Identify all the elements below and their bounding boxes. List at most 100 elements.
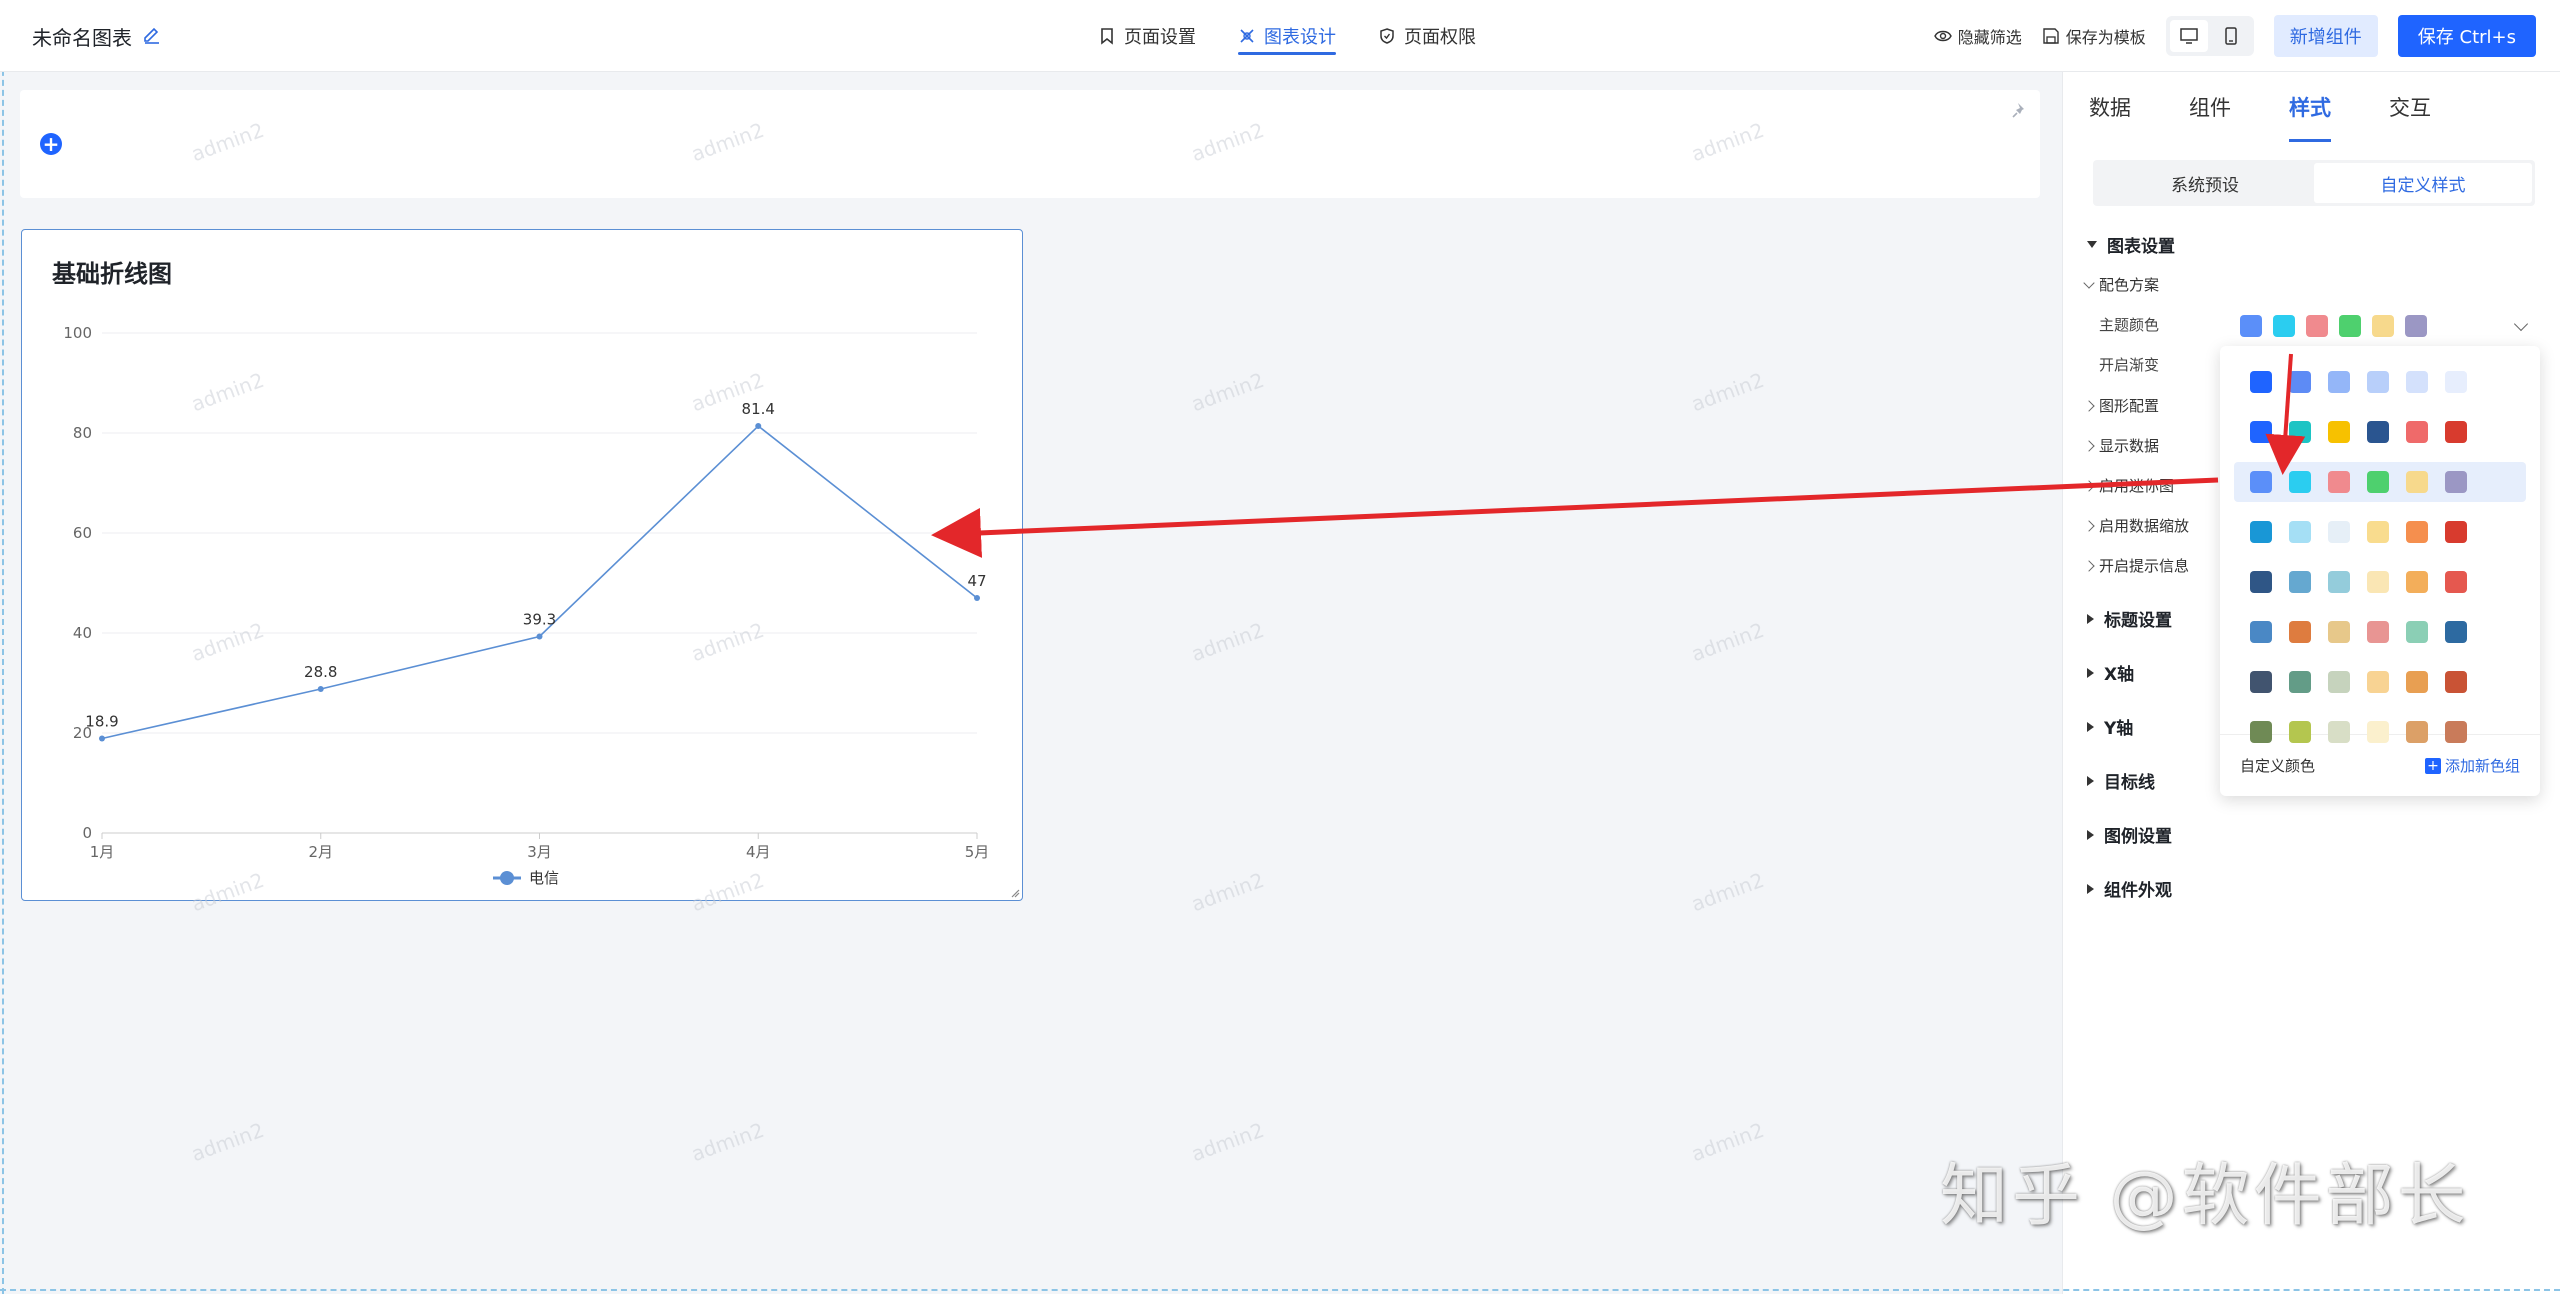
section-title-settings[interactable]: 标题设置 — [2087, 606, 2172, 631]
sub-item-tooltip[interactable]: 开启提示信息 — [2083, 555, 2189, 576]
color-swatch — [2289, 571, 2311, 593]
add-component-button[interactable]: 新增组件 — [2273, 15, 2378, 57]
color-swatch — [2328, 721, 2350, 743]
color-swatch — [2250, 371, 2272, 393]
color-swatch — [2250, 621, 2272, 643]
center-tabs: 页面设置 图表设计 页面权限 — [1098, 0, 1476, 72]
palette-option[interactable] — [2234, 562, 2526, 602]
color-swatch — [2328, 371, 2350, 393]
color-scheme-group[interactable]: 配色方案 — [2083, 274, 2159, 295]
color-swatch — [2367, 471, 2389, 493]
resize-handle-icon[interactable] — [1010, 888, 1020, 898]
color-swatch — [2339, 315, 2361, 337]
watermark-text: admin2 — [1188, 867, 1268, 917]
sub-item-shape-config[interactable]: 图形配置 — [2083, 395, 2160, 416]
custom-style-option[interactable]: 自定义样式 — [2314, 163, 2532, 203]
palette-option[interactable] — [2234, 362, 2526, 402]
color-swatch — [2367, 621, 2389, 643]
color-swatch — [2406, 471, 2428, 493]
tab-page-settings[interactable]: 页面设置 — [1098, 0, 1196, 72]
annotation-arrow-horizontal — [931, 477, 2219, 558]
device-switch — [2165, 16, 2254, 56]
caret-right-icon — [2087, 721, 2094, 732]
color-swatch — [2406, 671, 2428, 693]
color-swatch — [2250, 671, 2272, 693]
data-label: 28.8 — [304, 663, 337, 681]
section-chart-settings[interactable]: 图表设置 — [2087, 232, 2175, 257]
add-color-set-button[interactable]: + 添加新色组 — [2424, 755, 2520, 776]
section-legend-settings[interactable]: 图例设置 — [2087, 822, 2172, 847]
tab-label: 页面设置 — [1124, 27, 1196, 48]
color-swatch — [2445, 721, 2467, 743]
palette-option[interactable] — [2234, 462, 2526, 502]
color-swatch — [2367, 671, 2389, 693]
watermark-text: admin2 — [1188, 367, 1268, 417]
color-swatch — [2406, 421, 2428, 443]
color-swatch — [2289, 671, 2311, 693]
palette-option[interactable] — [2234, 712, 2526, 752]
caret-right-icon — [2087, 667, 2094, 678]
sub-label: 启用迷你图 — [2099, 477, 2175, 495]
tab-component[interactable]: 组件 — [2189, 72, 2231, 142]
chart-card[interactable]: 基础折线图 0 20 40 60 80 100 1月 2月 3月 4月 5月 18.9 28.8 39.3… — [21, 229, 1023, 901]
color-swatch — [2250, 521, 2272, 543]
mobile-icon — [2225, 27, 2237, 45]
color-swatch — [2445, 371, 2467, 393]
color-swatch — [2406, 371, 2428, 393]
save-template-label: 保存为模板 — [2065, 28, 2146, 47]
theme-color-select[interactable] — [2220, 306, 2540, 346]
y-tick-label: 80 — [73, 424, 92, 442]
sub-item-data-zoom[interactable]: 启用数据缩放 — [2083, 515, 2189, 536]
filter-area — [20, 90, 2040, 198]
palette-option[interactable] — [2234, 662, 2526, 702]
sub-item-sparkline[interactable]: 启用迷你图 — [2083, 475, 2175, 496]
edit-pencil-icon[interactable] — [142, 24, 162, 44]
data-label: 18.9 — [85, 713, 118, 731]
tab-style[interactable]: 样式 — [2289, 72, 2331, 142]
design-icon — [1240, 29, 1254, 43]
tab-chart-design[interactable]: 图表设计 — [1238, 0, 1336, 72]
watermark-text: admin2 — [1688, 1117, 1768, 1167]
top-bar: 未命名图表 页面设置 图表设计 页面权限 隐藏筛选 保存为模板 新增组件 保存 … — [0, 0, 2560, 72]
palette-option[interactable] — [2234, 612, 2526, 652]
color-swatch — [2328, 571, 2350, 593]
color-swatch — [2367, 371, 2389, 393]
section-target-line[interactable]: 目标线 — [2087, 768, 2155, 793]
section-x-axis[interactable]: X轴 — [2087, 660, 2134, 685]
color-swatch — [2367, 521, 2389, 543]
chevron-down-icon — [2513, 316, 2529, 332]
color-swatch — [2445, 571, 2467, 593]
color-swatch — [2328, 471, 2350, 493]
canvas-left-guide — [2, 0, 4, 1294]
mobile-view-button[interactable] — [2212, 20, 2250, 52]
section-label: Y轴 — [2104, 719, 2134, 739]
tab-interaction[interactable]: 交互 — [2389, 72, 2431, 142]
palette-option[interactable] — [2234, 412, 2526, 452]
color-swatch — [2367, 721, 2389, 743]
x-tick-label: 3月 — [527, 843, 552, 861]
header-actions: 隐藏筛选 保存为模板 新增组件 保存 Ctrl+s — [1933, 14, 2536, 58]
bookmark-icon — [1101, 28, 1113, 45]
caret-right-icon — [2087, 829, 2094, 840]
system-preset-option[interactable]: 系统预设 — [2096, 163, 2314, 203]
save-button[interactable]: 保存 Ctrl+s — [2397, 15, 2536, 57]
section-appearance[interactable]: 组件外观 — [2087, 876, 2172, 901]
tab-data[interactable]: 数据 — [2089, 72, 2131, 142]
section-y-axis[interactable]: Y轴 — [2087, 714, 2133, 739]
add-filter-icon[interactable]: + — [40, 133, 62, 155]
pin-icon[interactable] — [2010, 100, 2030, 120]
palette-option[interactable] — [2234, 512, 2526, 552]
color-swatch — [2328, 421, 2350, 443]
custom-color-link[interactable]: 自定义颜色 — [2240, 755, 2315, 776]
document-title[interactable]: 未命名图表 — [32, 22, 132, 51]
color-swatch — [2289, 721, 2311, 743]
sub-item-show-data[interactable]: 显示数据 — [2083, 435, 2159, 456]
desktop-view-button[interactable] — [2169, 20, 2208, 52]
save-template-button[interactable]: 保存为模板 — [2042, 24, 2146, 48]
tab-page-permissions[interactable]: 页面权限 — [1378, 0, 1476, 72]
watermark-text: admin2 — [688, 1117, 768, 1167]
sub-label: 图形配置 — [2099, 397, 2160, 415]
hide-filter-button[interactable]: 隐藏筛选 — [1933, 24, 2022, 48]
color-swatch — [2445, 621, 2467, 643]
eye-icon — [1933, 30, 1952, 42]
